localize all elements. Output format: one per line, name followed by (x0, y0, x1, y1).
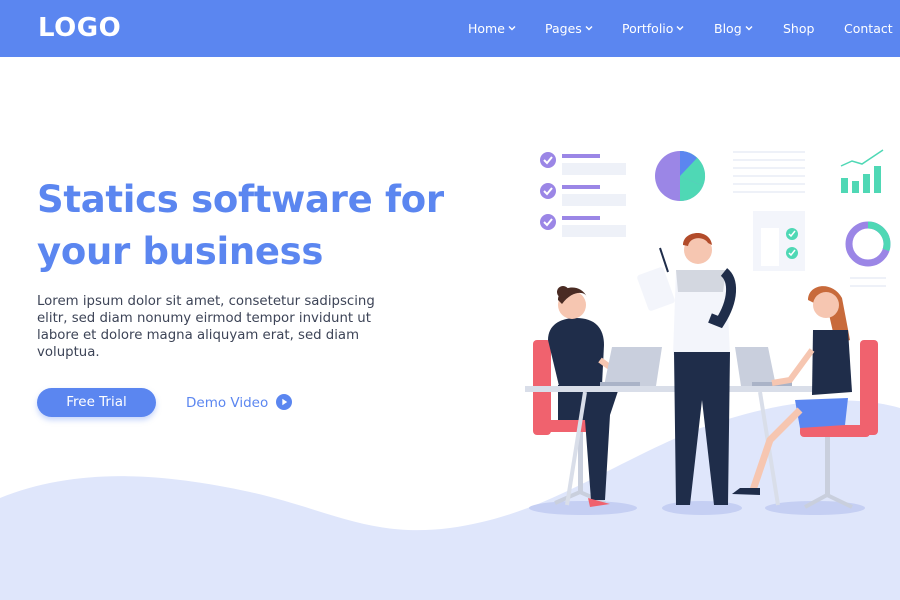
nav-item-portfolio[interactable]: Portfolio (622, 21, 684, 36)
hero-title-line: Statics software for (37, 178, 444, 221)
chevron-down-icon (745, 26, 753, 31)
nav-item-label: Portfolio (622, 21, 674, 36)
top-navbar: LOGO Home Pages Portfolio Blog Shop Cont… (0, 0, 900, 57)
hero-description: Lorem ipsum dolor sit amet, consetetur s… (37, 294, 375, 360)
nav-item-blog[interactable]: Blog (714, 21, 753, 36)
nav-item-label: Blog (714, 21, 742, 36)
demo-video-label: Demo Video (186, 395, 269, 411)
team-illustration (525, 149, 891, 515)
nav-item-pages[interactable]: Pages (545, 21, 593, 36)
nav-item-contact[interactable]: Contact (844, 21, 893, 36)
chevron-down-icon (676, 26, 684, 31)
person-left (548, 286, 627, 507)
nav-item-shop[interactable]: Shop (783, 21, 814, 36)
hero-title: Statics software for your business (37, 174, 497, 278)
chevron-down-icon (585, 26, 593, 31)
checklist-graphic (540, 152, 626, 237)
task-card-graphic (753, 211, 805, 271)
demo-video-link[interactable]: Demo Video (186, 394, 292, 411)
hero-title-line: your business (37, 230, 324, 273)
play-circle-icon (275, 394, 292, 410)
chevron-down-icon (508, 26, 516, 31)
logo[interactable]: LOGO (38, 13, 121, 43)
nav-item-label: Home (468, 21, 505, 36)
nav-item-label: Shop (783, 21, 815, 36)
donut-chart-graphic (845, 221, 891, 287)
text-lines-graphic (733, 151, 805, 193)
free-trial-button[interactable]: Free Trial (37, 388, 156, 417)
pie-chart-graphic (655, 150, 706, 202)
nav-item-label: Pages (545, 21, 582, 36)
nav-item-label: Contact (844, 21, 893, 36)
bar-chart-graphic (840, 149, 884, 193)
nav-item-home[interactable]: Home (468, 21, 516, 36)
